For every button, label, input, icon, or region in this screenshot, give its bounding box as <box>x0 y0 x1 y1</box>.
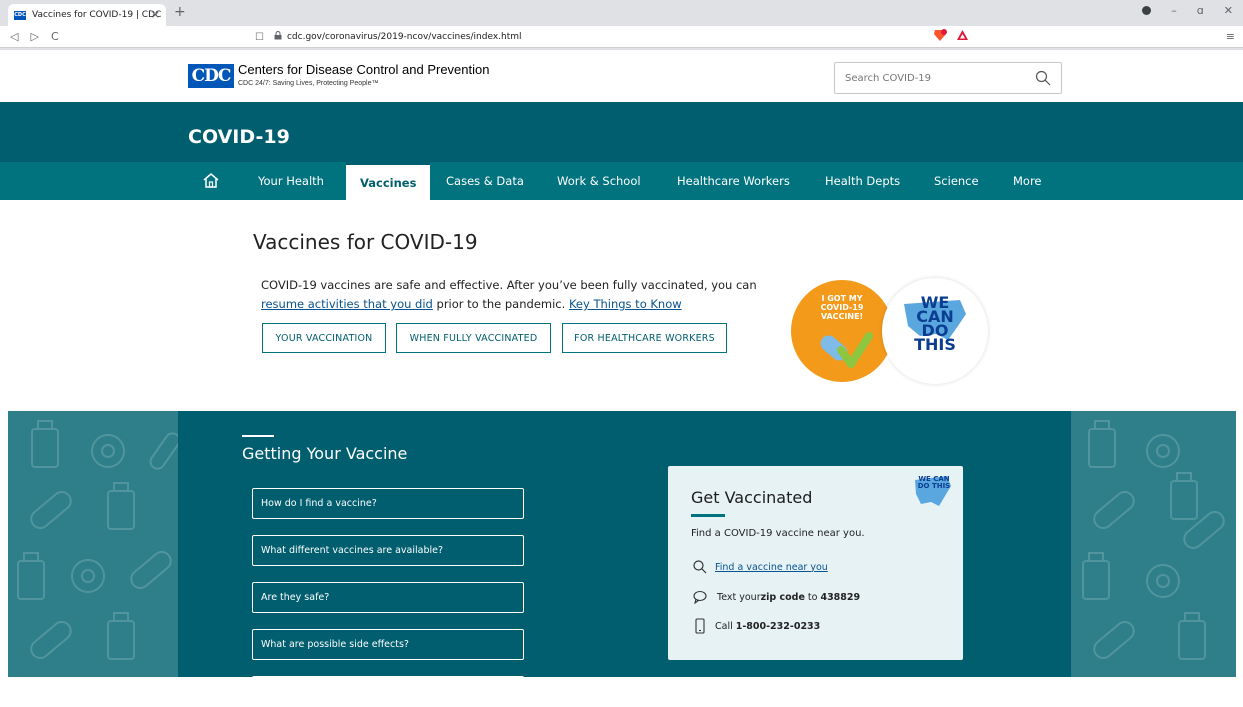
vaccine-pattern-icon <box>1082 420 1225 660</box>
text-zip-row: Text your zip code to 438829 <box>693 590 860 604</box>
phone-icon <box>695 618 705 634</box>
nav-vaccines[interactable]: Vaccines <box>346 162 431 200</box>
nav-more[interactable]: More <box>1013 162 1042 200</box>
hero-text-2: prior to the pandemic. <box>432 297 569 311</box>
for-healthcare-workers-button[interactable]: FOR HEALTHCARE WORKERS <box>562 323 727 353</box>
key-things-link[interactable]: Key Things to Know <box>569 297 682 311</box>
chat-bubble-icon <box>693 590 707 604</box>
reload-icon[interactable]: C <box>51 30 59 43</box>
main-nav: Your Health Vaccines Cases & Data Work &… <box>0 162 1243 200</box>
pattern-panel-right <box>1071 411 1236 677</box>
when-fully-vaccinated-button[interactable]: WHEN FULLY VACCINATED <box>396 323 551 353</box>
brave-shield-icon[interactable] <box>932 29 948 45</box>
call-row: Call 1-800-232-0233 <box>693 618 820 634</box>
find-vaccine-row: Find a vaccine near you <box>693 560 828 574</box>
cdc-favicon-icon: CDC <box>14 10 26 20</box>
faq-next-button[interactable] <box>252 676 524 707</box>
org-tagline: CDC 24/7: Saving Lives, Protecting Peopl… <box>238 80 379 87</box>
text-mid: to <box>807 591 818 603</box>
browser-tab[interactable]: CDC Vaccines for COVID-19 | CDC × <box>8 4 166 26</box>
covid-banner: COVID-19 <box>0 102 1243 162</box>
call-number[interactable]: 1-800-232-0233 <box>736 621 821 632</box>
resume-activities-link[interactable]: resume activities that you did <box>261 297 433 311</box>
badge-orange-text: I GOT MY COVID-19 VACCINE! <box>820 294 864 321</box>
text-shortcode: 438829 <box>820 591 861 603</box>
search-icon <box>693 560 707 574</box>
nav-work-school[interactable]: Work & School <box>557 162 641 200</box>
profile-icon[interactable] <box>1142 6 1152 15</box>
section-banner-title[interactable]: COVID-19 <box>188 126 290 148</box>
vaccine-pattern-icon <box>17 420 181 660</box>
tab-bar: CDC Vaccines for COVID-19 | CDC × + – ɑ … <box>0 0 1243 26</box>
bookmark-icon[interactable]: ☐ <box>255 32 264 43</box>
lock-icon <box>274 31 282 43</box>
mini-badge-text: WE CAN DO THIS <box>917 475 951 490</box>
getting-vaccine-section <box>8 411 1236 677</box>
forward-icon[interactable]: ▷ <box>30 30 38 43</box>
minimize-icon[interactable]: – <box>1171 4 1177 17</box>
card-accent-rule <box>691 514 725 517</box>
call-pre: Call <box>715 620 733 632</box>
restore-icon[interactable]: ɑ <box>1197 4 1204 17</box>
window-close-icon[interactable]: ✕ <box>1224 4 1233 17</box>
url-text: cdc.gov/coronavirus/2019-ncov/vaccines/i… <box>286 32 522 42</box>
search-input[interactable] <box>845 72 1025 84</box>
bandage-check-icon <box>820 332 873 368</box>
we-can-do-this-badge: WE CAN DO THIS <box>882 278 988 384</box>
card-title: Get Vaccinated <box>691 488 813 507</box>
nav-health-depts[interactable]: Health Depts <box>825 162 900 200</box>
browser-chrome: CDC Vaccines for COVID-19 | CDC × + – ɑ … <box>0 0 1243 50</box>
org-name[interactable]: Centers for Disease Control and Preventi… <box>238 62 489 77</box>
cdc-logo[interactable]: CDC <box>188 64 234 88</box>
search-box[interactable] <box>834 62 1062 94</box>
browser-toolbar: ◁ ▷ C ☐ cdc.gov/coronavirus/2019-ncov/va… <box>0 26 1243 48</box>
faq-vaccines-available-button[interactable]: What different vaccines are available? <box>252 535 524 566</box>
hero-text-1: COVID-19 vaccines are safe and effective… <box>261 278 757 292</box>
faq-find-vaccine-button[interactable]: How do I find a vaccine? <box>252 488 524 519</box>
extension-icons <box>932 29 969 45</box>
text-zip-bold: zip code <box>760 591 805 603</box>
get-vaccinated-card: Get Vaccinated WE CAN DO THIS Find a COV… <box>668 466 963 660</box>
search-icon[interactable] <box>1035 70 1051 86</box>
nav-cases-data[interactable]: Cases & Data <box>446 162 524 200</box>
cdc-header: CDC Centers for Disease Control and Prev… <box>0 50 1243 102</box>
pattern-panel-left <box>8 411 181 677</box>
home-icon <box>203 173 219 188</box>
back-icon[interactable]: ◁ <box>10 30 18 43</box>
tab-close-icon[interactable]: × <box>151 8 160 21</box>
card-subtitle: Find a COVID-19 vaccine near you. <box>691 528 865 539</box>
your-vaccination-button[interactable]: YOUR VACCINATION <box>262 323 386 353</box>
browser-nav-buttons: ◁ ▷ C <box>10 30 59 43</box>
page-title: Vaccines for COVID-19 <box>253 230 478 254</box>
new-tab-icon[interactable]: + <box>174 4 186 20</box>
nav-home[interactable] <box>202 162 220 200</box>
hero-intro: COVID-19 vaccines are safe and effective… <box>261 276 761 314</box>
nav-science[interactable]: Science <box>934 162 979 200</box>
faq-are-they-safe-button[interactable]: Are they safe? <box>252 582 524 613</box>
section-accent-line <box>242 435 274 437</box>
window-controls: – ɑ ✕ <box>1142 4 1233 17</box>
text-pre: Text your <box>717 591 761 603</box>
address-bar[interactable]: ☐ cdc.gov/coronavirus/2019-ncov/vaccines… <box>255 28 995 46</box>
find-vaccine-link[interactable]: Find a vaccine near you <box>715 562 828 573</box>
faq-side-effects-button[interactable]: What are possible side effects? <box>252 629 524 660</box>
browser-menu-icon[interactable]: ≡ <box>1226 30 1235 43</box>
nav-your-health[interactable]: Your Health <box>258 162 324 200</box>
i-got-vaccine-badge: I GOT MY COVID-19 VACCINE! <box>788 277 896 385</box>
tab-title: Vaccines for COVID-19 | CDC <box>32 10 162 20</box>
nav-healthcare-workers[interactable]: Healthcare Workers <box>677 162 790 200</box>
bat-rewards-icon[interactable] <box>956 29 969 45</box>
badge-blue-text: WE CAN DO THIS <box>914 293 956 354</box>
getting-vaccine-title: Getting Your Vaccine <box>242 444 408 463</box>
